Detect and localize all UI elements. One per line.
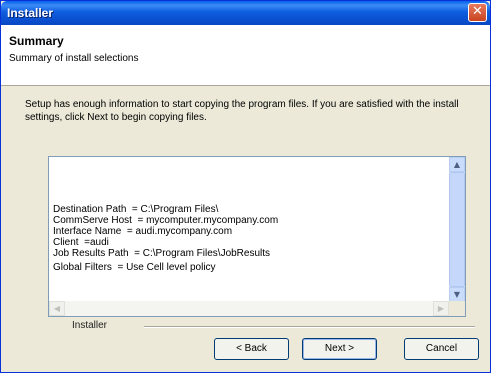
intro-text: Setup has enough information to start co… <box>25 99 459 123</box>
close-button[interactable]: ✕ <box>468 3 487 22</box>
scroll-thumb[interactable] <box>449 172 465 287</box>
installer-window: Installer ✕ Summary Summary of install s… <box>0 0 491 373</box>
vertical-scrollbar[interactable]: ▲ ▼ <box>449 157 465 302</box>
page-subtitle: Summary of install selections <box>9 53 139 64</box>
summary-line: CommServe Host = mycomputer.mycompany.co… <box>53 215 279 226</box>
horizontal-scrollbar[interactable]: ◀ ▶ <box>49 301 449 316</box>
title-bar[interactable]: Installer ✕ <box>1 1 490 25</box>
arrow-up-icon[interactable]: ▲ <box>449 157 465 172</box>
arrow-left-icon[interactable]: ◀ <box>49 301 65 316</box>
arrow-down-icon[interactable]: ▼ <box>449 287 465 302</box>
cancel-button[interactable]: Cancel <box>404 338 479 360</box>
summary-line: Global Filters = Use Cell level policy <box>53 262 216 273</box>
footer-brand-label: Installer <box>72 320 108 331</box>
footer-divider <box>144 326 475 328</box>
summary-line: Interface Name = audi.mycompany.com <box>53 226 233 237</box>
summary-content: Destination Path = C:\Program Files\ Com… <box>53 204 278 273</box>
next-button[interactable]: Next > <box>302 338 377 360</box>
page-header: Summary Summary of install selections <box>1 25 490 86</box>
close-icon: ✕ <box>472 4 483 19</box>
summary-line: Client =audi <box>53 237 109 248</box>
summary-line: Job Results Path = C:\Program Files\JobR… <box>53 248 271 259</box>
arrow-right-icon[interactable]: ▶ <box>433 301 449 316</box>
page-title: Summary <box>9 34 64 48</box>
back-button[interactable]: < Back <box>214 338 289 360</box>
scroll-corner <box>449 301 465 316</box>
summary-text-box[interactable]: Destination Path = C:\Program Files\ Com… <box>48 156 466 317</box>
summary-line: Destination Path = C:\Program Files\ <box>53 204 219 215</box>
window-title: Installer <box>7 6 54 20</box>
